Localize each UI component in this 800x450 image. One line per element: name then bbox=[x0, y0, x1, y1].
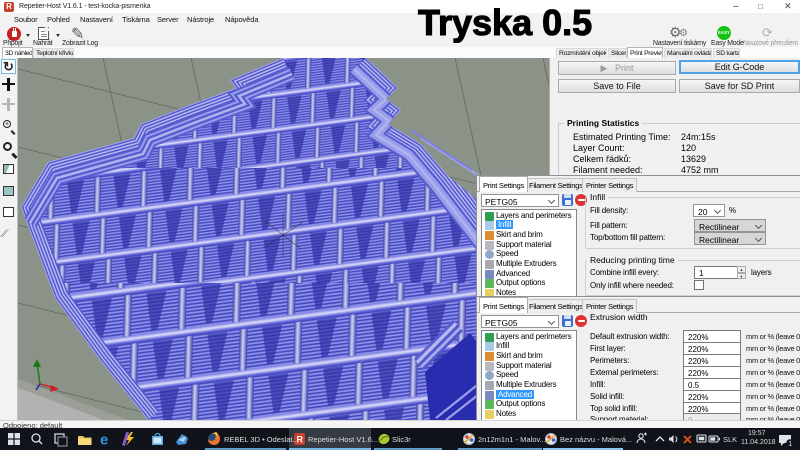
svg-text:e: e bbox=[100, 432, 108, 449]
svg-text:1: 1 bbox=[788, 441, 792, 448]
